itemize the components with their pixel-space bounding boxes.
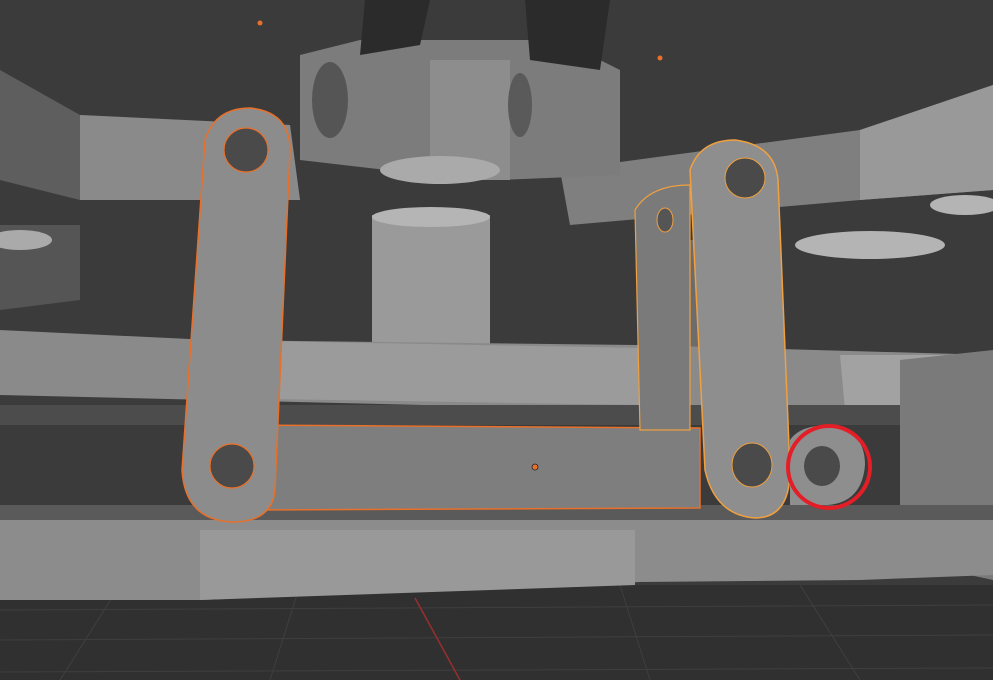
object-origin-dot <box>657 55 663 61</box>
3d-viewport[interactable] <box>0 0 993 680</box>
object-origin-dot <box>257 20 263 26</box>
background-mesh <box>0 0 993 600</box>
bottom-link-object[interactable] <box>239 424 701 511</box>
active-object-origin-dot <box>531 463 539 471</box>
viewport-canvas[interactable] <box>0 0 993 680</box>
